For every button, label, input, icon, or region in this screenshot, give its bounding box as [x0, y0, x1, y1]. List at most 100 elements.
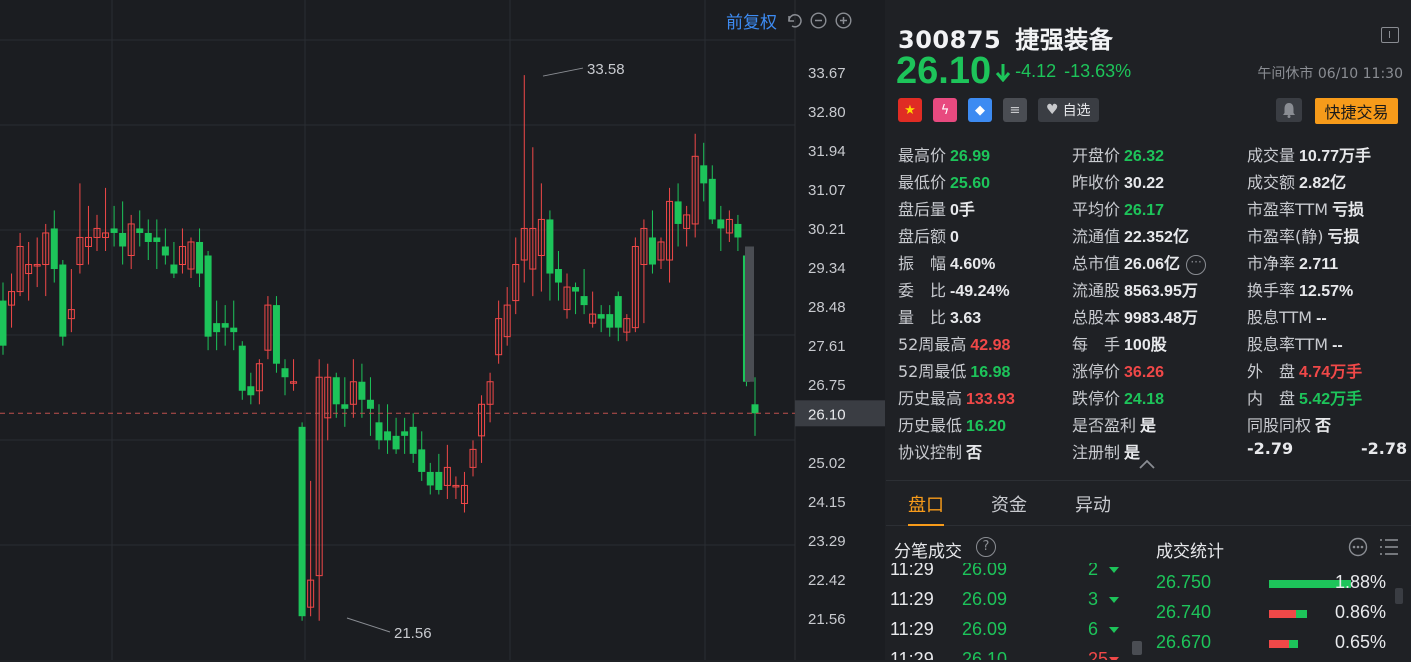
candle-body — [358, 381, 366, 400]
price-row: 26.10 -4.12 -13.63% — [896, 50, 1139, 93]
price-change-percent: -13.63% — [1064, 61, 1132, 81]
stat-label: 协议控制 — [898, 443, 963, 462]
stat-value: 2.711 — [1299, 256, 1339, 273]
stat-label: 振 幅 — [898, 254, 947, 273]
stat-col3-10: 同股同权否 — [1247, 412, 1331, 436]
stat-label: 同股同权 — [1247, 416, 1312, 435]
tab-funds[interactable]: 资金 — [991, 491, 1027, 517]
stat-value: 是 — [1124, 445, 1141, 462]
tag-icon-row: ★ ϟ ◆ ≡ ♥ 自选 — [898, 98, 1099, 122]
kline-chart[interactable]: 33.58 21.56 33.67 32.80 31.94 31.07 30.21 29.34… — [0, 0, 885, 660]
tag-icon[interactable]: ◆ — [968, 98, 992, 122]
tab-orderbook[interactable]: 盘口 — [908, 491, 944, 517]
stat-col3-6: 股息TTM -- — [1247, 304, 1327, 328]
stat-label: 每 手 — [1072, 335, 1121, 354]
tick-scrollbar[interactable] — [1132, 641, 1142, 655]
current-day-range-bar — [745, 246, 754, 382]
tick-price: 26.10 — [962, 649, 1008, 660]
candle-body — [546, 219, 554, 274]
y-tick-label: 23.29 — [808, 533, 846, 550]
stat-value: 36.26 — [1124, 364, 1165, 381]
stat-label: 市净率 — [1247, 254, 1296, 273]
price-change: -4.12 — [1015, 61, 1057, 81]
sell-arrow-icon — [1109, 627, 1119, 633]
quick-trade-button[interactable]: 快捷交易 — [1315, 98, 1398, 124]
more-icon[interactable] — [1348, 537, 1368, 557]
candle-body — [119, 232, 127, 247]
undo-icon[interactable] — [785, 12, 802, 29]
candle-body — [554, 269, 562, 283]
sell-arrow-icon — [1109, 597, 1119, 603]
sell-arrow-icon — [1109, 657, 1119, 660]
candle-body — [614, 296, 622, 328]
collapse-chevron-icon[interactable] — [1139, 459, 1155, 469]
y-tick-label: 22.42 — [808, 572, 846, 589]
tick-time: 11:29 — [890, 589, 934, 609]
candle-body — [418, 449, 426, 472]
candle-body — [700, 165, 708, 184]
y-tick-label: 28.48 — [808, 299, 846, 316]
china-flag-icon: ★ — [898, 98, 922, 122]
volume-scrollbar[interactable] — [1395, 588, 1403, 604]
candle-body — [161, 246, 169, 256]
stat-value: -- — [1332, 337, 1343, 354]
stat-col2-10: 是否盈利是 — [1072, 412, 1156, 436]
stat-label: 流通股 — [1072, 281, 1121, 300]
lightning-icon[interactable]: ϟ — [933, 98, 957, 122]
stat-label: 股息TTM — [1247, 308, 1313, 327]
candle-body — [281, 368, 289, 378]
stat-value: 25.60 — [950, 175, 991, 192]
alert-bell-button[interactable] — [1276, 98, 1302, 122]
stat-value: 0手 — [950, 202, 975, 219]
stat-value: 2.82亿 — [1299, 175, 1347, 192]
price-adjust-selector[interactable]: 前复权 — [726, 8, 777, 33]
stat-label: 换手率 — [1247, 281, 1296, 300]
candle-body — [153, 237, 161, 242]
stat-value: 10.77万手 — [1299, 148, 1372, 165]
candle-body — [435, 471, 443, 490]
y-tick-label: 31.07 — [808, 182, 846, 199]
stat-value: 否 — [966, 445, 983, 462]
stat-label: 盘后量 — [898, 200, 947, 219]
tick-qty: 6 — [1088, 619, 1099, 639]
tick-price: 26.09 — [962, 589, 1008, 609]
zoom-out-icon[interactable] — [810, 12, 827, 29]
stat-label: 总股本 — [1072, 308, 1121, 327]
stat-value: 22.352亿 — [1124, 229, 1189, 246]
stat-value: 亏损 — [1327, 229, 1360, 246]
add-watchlist-button[interactable]: ♥ 自选 — [1038, 98, 1099, 122]
candle-body — [213, 323, 221, 333]
volume-price: 26.670 — [1156, 632, 1212, 652]
stat-value: 3.63 — [950, 310, 982, 327]
stat-col2-3: 流通值 22.352亿 — [1072, 223, 1189, 247]
stat-value: 26.06亿 — [1124, 256, 1181, 273]
stat-label: 昨收价 — [1072, 173, 1121, 192]
candle-body — [50, 228, 58, 270]
candle-body — [401, 431, 409, 436]
down-arrow-icon — [995, 63, 1011, 82]
y-tick-label: 33.67 — [808, 65, 846, 82]
y-tick-label: 32.80 — [808, 104, 846, 121]
candle-body — [572, 287, 580, 292]
tab-movements[interactable]: 异动 — [1075, 491, 1111, 517]
detail-tabs: 盘口 资金 异动 — [886, 480, 1411, 526]
stat-col3-1: 成交额 2.82亿 — [1247, 169, 1346, 193]
y-tick-label: 25.02 — [808, 455, 846, 472]
candle-body — [734, 223, 742, 238]
kline-chart-panel[interactable]: 33.58 21.56 33.67 32.80 31.94 31.07 30.21 29.34… — [0, 0, 885, 660]
stat-col2-11: 注册制是 — [1072, 439, 1140, 463]
zoom-in-icon[interactable] — [835, 12, 852, 29]
candle-body — [341, 404, 349, 409]
stat-value: -- — [1316, 310, 1327, 327]
stat-value: 16.98 — [970, 364, 1011, 381]
volume-bar-sell — [1269, 640, 1289, 648]
tick-list[interactable]: 11:29 26.09 2 11:29 26.09 3 11:29 26.09 6 11:29 26… — [886, 563, 1136, 660]
list-menu-icon[interactable] — [1378, 537, 1400, 557]
more-options-icon[interactable]: ··· — [1186, 254, 1207, 275]
layout-toggle-icon[interactable] — [1381, 27, 1399, 43]
document-icon[interactable]: ≡ — [1003, 98, 1027, 122]
stat-col1-1: 最低价 25.60 — [898, 169, 990, 193]
help-icon[interactable]: ? — [976, 537, 996, 557]
stat-label: 平均价 — [1072, 200, 1121, 219]
stat-col2-8: 涨停价 36.26 — [1072, 358, 1164, 382]
